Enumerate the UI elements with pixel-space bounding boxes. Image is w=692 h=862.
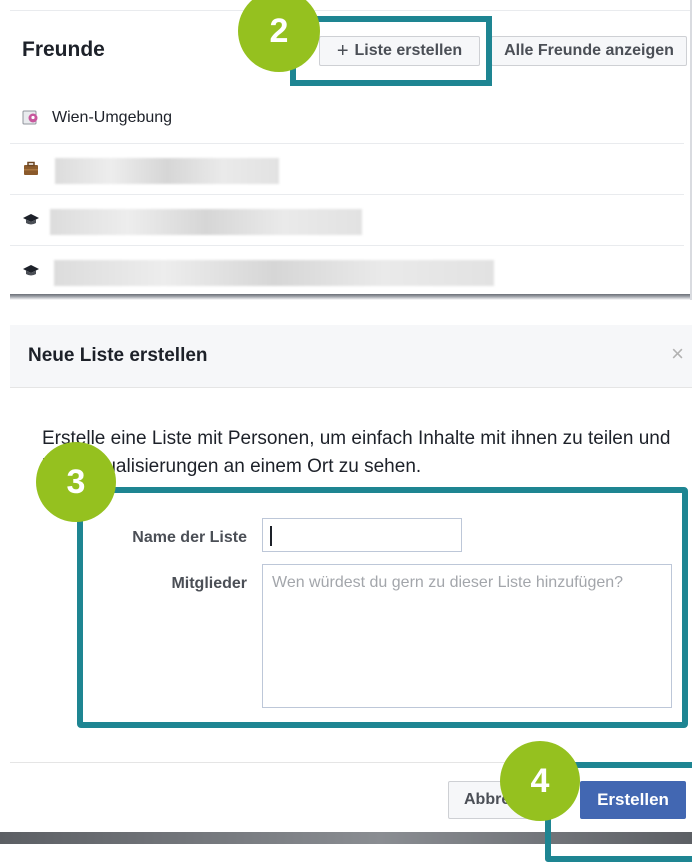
graduation-cap-icon (23, 265, 39, 276)
modal-header: Neue Liste erstellen × (10, 325, 692, 388)
step-3-badge: 3 (36, 442, 116, 522)
friend-list-label: Wien-Umgebung (52, 109, 173, 126)
friend-list-item[interactable] (10, 246, 684, 296)
modal-title: Neue Liste erstellen (28, 345, 208, 366)
panel-bottom-shadow (10, 294, 690, 300)
graduation-cap-icon (23, 214, 39, 225)
redacted-list-name (50, 209, 362, 235)
location-pin-icon (22, 110, 38, 125)
redacted-list-name (54, 260, 494, 286)
friends-title: Freunde (22, 38, 105, 61)
close-icon[interactable]: × (671, 341, 684, 367)
panel-top-divider (10, 10, 690, 11)
modal-intro-text: Erstelle eine Liste mit Personen, um ein… (42, 428, 671, 477)
briefcase-icon (24, 161, 38, 175)
friend-list-item[interactable] (10, 144, 684, 195)
step-4-badge: 4 (500, 741, 580, 821)
friend-list-item[interactable]: Wien-Umgebung (10, 93, 684, 144)
friend-list-item[interactable] (10, 195, 684, 246)
step-3-highlight (77, 487, 688, 728)
redacted-list-name (55, 158, 279, 184)
step-2-highlight (290, 16, 492, 86)
all-friends-button[interactable]: Alle Freunde anzeigen (491, 36, 687, 66)
